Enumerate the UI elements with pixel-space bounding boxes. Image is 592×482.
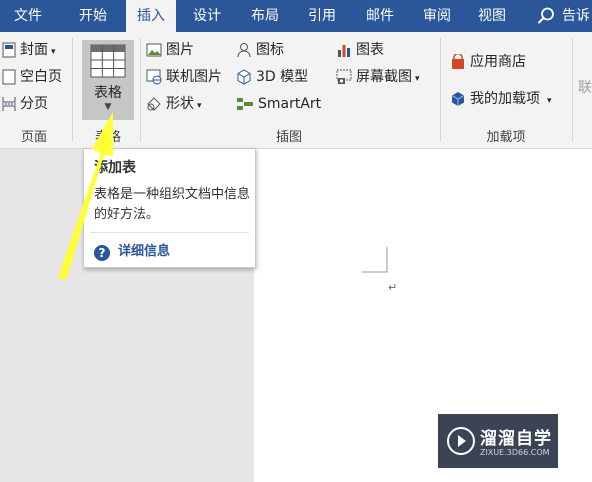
chevron-down-icon: ▾	[51, 47, 56, 57]
watermark-logo	[447, 427, 475, 455]
tab-design[interactable]: 设计	[180, 0, 234, 32]
icons-label: 图标	[256, 42, 284, 58]
screenshot-label: 屏幕截图	[356, 69, 412, 85]
table-button[interactable]: 表格 ▼	[82, 40, 134, 120]
screenshot-button[interactable]: 屏幕截图 ▾	[336, 67, 420, 89]
tooltip-title: 添加表	[94, 160, 136, 176]
group-label-illustrations: 插图	[275, 130, 302, 145]
online-pictures-label: 联机图片	[166, 69, 222, 85]
tab-view[interactable]: 视图	[466, 0, 518, 32]
table-tooltip: 添加表 表格是一种组织文档中信息的好方法。 ? 详细信息	[83, 148, 256, 268]
group-separator	[72, 38, 73, 142]
cover-page-button[interactable]: 封面 ▾	[2, 40, 56, 62]
search-icon[interactable]	[536, 6, 556, 26]
smartart-button[interactable]: SmartArt	[236, 94, 321, 114]
pictures-button[interactable]: 图片	[146, 40, 194, 60]
tab-home[interactable]: 开始	[64, 0, 122, 32]
chart-button[interactable]: 图表	[336, 40, 384, 60]
tab-mailings[interactable]: 邮件	[354, 0, 406, 32]
tell-me-more-label: 详细信息	[118, 244, 171, 259]
watermark: 溜溜自学 ZIXUE.3D66.COM	[438, 414, 558, 468]
tab-references[interactable]: 引用	[296, 0, 348, 32]
tab-layout[interactable]: 布局	[240, 0, 290, 32]
paragraph-mark-icon: ↵	[388, 281, 398, 294]
blank-page-button[interactable]: 空白页	[2, 67, 62, 87]
my-addins-button[interactable]: 我的加载项 ▾	[450, 89, 552, 111]
store-button[interactable]: 应用商店	[450, 52, 526, 72]
watermark-title: 溜溜自学	[480, 429, 552, 449]
help-icon: ?	[94, 245, 110, 261]
shapes-button[interactable]: 形状 ▾	[146, 94, 202, 116]
addins-icon	[451, 92, 465, 106]
group-label-addins: 加载项	[486, 130, 526, 145]
chevron-down-icon: ▼	[104, 102, 112, 112]
blank-page-icon	[2, 69, 16, 85]
group-separator	[140, 38, 141, 142]
chevron-down-icon: ▾	[197, 101, 202, 111]
cutoff-label: 联	[578, 80, 592, 96]
page-break-button[interactable]: 分页	[2, 94, 48, 114]
tooltip-description: 表格是一种组织文档中信息的好方法。	[94, 187, 251, 222]
chart-label: 图表	[356, 42, 384, 58]
page-break-icon	[2, 97, 16, 111]
group-label-pages: 页面	[20, 130, 47, 145]
icons-button[interactable]: 图标	[236, 40, 284, 60]
blank-page-label: 空白页	[20, 69, 62, 85]
shapes-label: 形状	[166, 96, 194, 112]
ribbon-tab-bar: 文件 开始 插入 设计 布局 引用 邮件 审阅 视图 告诉	[0, 0, 592, 32]
tell-me-box[interactable]: 告诉	[562, 0, 590, 32]
pictures-label: 图片	[166, 42, 194, 58]
store-icon	[452, 54, 464, 69]
shapes-icon	[147, 97, 161, 111]
picture-icon	[146, 43, 162, 57]
tab-file[interactable]: 文件	[0, 0, 56, 32]
tooltip-divider	[90, 232, 249, 233]
smartart-label: SmartArt	[258, 96, 322, 112]
group-label-tables: 表格	[94, 130, 121, 145]
margin-corner-mark	[362, 247, 388, 273]
table-label: 表格	[94, 85, 122, 101]
chevron-down-icon: ▾	[547, 96, 552, 106]
online-pictures-button[interactable]: 联机图片	[146, 67, 222, 87]
tab-insert[interactable]: 插入	[126, 0, 176, 32]
3d-models-button[interactable]: 3D 模型	[236, 67, 308, 87]
group-separator	[572, 38, 573, 142]
cover-page-label: 封面	[20, 42, 48, 58]
watermark-subtitle: ZIXUE.3D66.COM	[480, 448, 550, 457]
my-addins-label: 我的加载项	[470, 91, 540, 107]
page-break-label: 分页	[20, 96, 48, 112]
table-icon	[90, 44, 126, 78]
chevron-down-icon: ▾	[415, 74, 420, 84]
tell-me-more-link[interactable]: ? 详细信息	[94, 240, 170, 261]
tab-review[interactable]: 审阅	[412, 0, 462, 32]
icons-icon	[237, 43, 251, 58]
3d-models-label: 3D 模型	[256, 69, 309, 85]
chart-icon	[338, 45, 350, 57]
store-label: 应用商店	[470, 54, 526, 70]
cube-icon	[237, 69, 251, 85]
online-picture-icon	[146, 69, 162, 85]
screenshot-icon	[336, 69, 352, 84]
group-separator	[440, 38, 441, 142]
smartart-icon	[237, 98, 253, 110]
cover-page-icon	[2, 42, 16, 58]
